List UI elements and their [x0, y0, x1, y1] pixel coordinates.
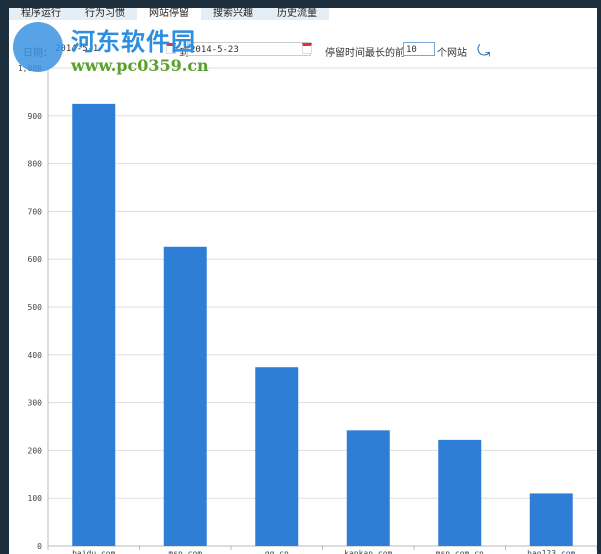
x-tick-label: msn.com: [168, 549, 202, 554]
x-tick-label: hao123.com: [527, 549, 575, 554]
y-tick-label: 800: [28, 160, 43, 169]
bar: [163, 246, 207, 546]
y-tick-label: 500: [28, 303, 43, 312]
y-tick-label: 200: [28, 446, 43, 455]
bar: [255, 367, 299, 546]
y-tick-label: 0: [37, 542, 42, 551]
date-label: 日期：: [23, 48, 53, 59]
y-tick-label: 400: [28, 351, 43, 360]
y-tick-label: 600: [28, 255, 43, 264]
end-date-input[interactable]: 2014-5-23: [187, 42, 311, 56]
refresh-arrow-icon[interactable]: ⤿: [477, 41, 490, 61]
top-n-label: 停留时间最长的前: [325, 48, 405, 59]
top-n-input[interactable]: 10: [403, 42, 435, 56]
bar: [72, 103, 116, 546]
x-tick-label: baidu.com: [72, 549, 116, 554]
calendar-icon[interactable]: [166, 43, 176, 54]
tab-history-traffic[interactable]: 历史流量: [265, 8, 329, 20]
tab-bar: 程序运行 行为习惯 网站停留 搜索兴趣 历史流量: [9, 8, 329, 20]
x-tick-label: msn.com.cn: [436, 549, 484, 554]
tab-search-interest[interactable]: 搜索兴趣: [201, 8, 265, 20]
app-window: 0 100 200 300 400 500 600 700 800 900 1,000 baidu.c…: [9, 8, 597, 554]
bar: [438, 439, 482, 546]
toolbar: 日期： 2014-5-1 到 2014-5-23 停留时间最长的前 10 个网站…: [9, 40, 597, 62]
start-date-input[interactable]: 2014-5-1: [53, 42, 173, 56]
y-tick-label: 1,000: [18, 64, 42, 73]
y-tick-label: 900: [28, 112, 43, 121]
y-tick-label: 700: [28, 207, 43, 216]
tab-program-run[interactable]: 程序运行: [9, 8, 73, 20]
y-tick-label: 300: [28, 399, 43, 408]
bar: [346, 430, 390, 546]
bar: [529, 493, 573, 546]
bar-chart: 0 100 200 300 400 500 600 700 800 900 1,000 baidu.c…: [18, 64, 597, 554]
tab-site-stay[interactable]: 网站停留: [137, 8, 201, 20]
x-tick-label: qq.cn: [265, 549, 289, 554]
top-n-suffix: 个网站: [437, 48, 467, 59]
tab-behavior[interactable]: 行为习惯: [73, 8, 137, 20]
x-tick-label: kankan.com: [344, 549, 392, 554]
calendar-icon[interactable]: [302, 43, 312, 54]
y-tick-label: 100: [28, 494, 43, 503]
